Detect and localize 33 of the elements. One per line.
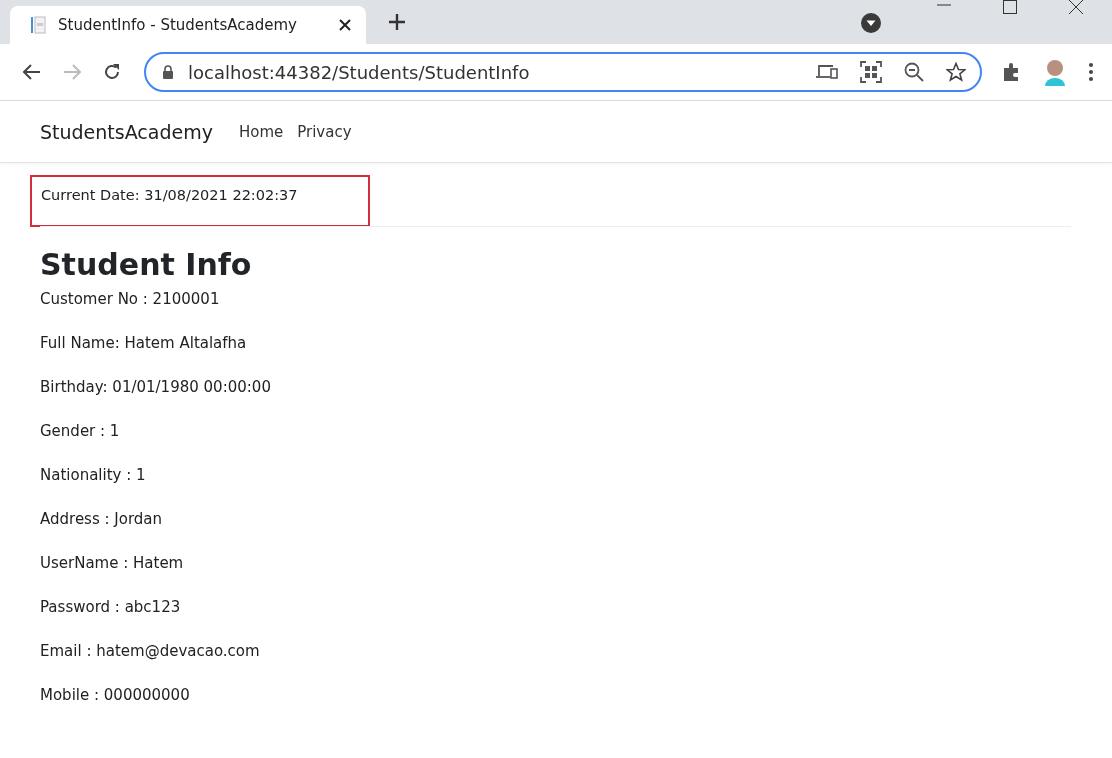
site-brand[interactable]: StudentsAcademy (40, 120, 213, 143)
reload-icon[interactable] (102, 62, 122, 82)
field-text: Mobile : 000000000 (40, 686, 191, 704)
field-text: Password : abc123 (40, 598, 182, 616)
nav-link[interactable]: Privacy (297, 122, 352, 141)
new-tab-icon[interactable] (388, 13, 406, 31)
field-text: Email : hatem@devacao.com (40, 642, 261, 660)
maximize-icon[interactable] (1002, 0, 1018, 16)
avatar-icon[interactable] (1042, 58, 1068, 86)
field-text: UserName : Hatem (40, 554, 185, 572)
field-text: Birthday: 01/01/1980 00:00:00 (40, 378, 272, 396)
lock-icon (162, 65, 174, 79)
back-icon[interactable] (22, 62, 42, 82)
field-text: Address : Jordan (40, 510, 164, 528)
field-text: Customer No : 2100001 (40, 290, 221, 308)
browser-tab[interactable]: StudentInfo - StudentsAcademy (10, 6, 366, 44)
close-window-icon[interactable] (1068, 0, 1084, 16)
star-icon[interactable] (946, 62, 966, 82)
grid-icon[interactable] (860, 61, 882, 83)
zoom-out-icon[interactable] (904, 62, 924, 82)
field-text: Nationality : 1 (40, 466, 147, 484)
page-heading: Student Info (40, 247, 253, 282)
address-bar[interactable]: localhost:44382/Students/StudentInfo (144, 52, 982, 92)
nav-link[interactable]: Home (238, 122, 284, 141)
current-date: Current Date: 31/08/2021 22:02:37 (41, 187, 298, 203)
close-icon[interactable] (338, 18, 352, 32)
devices-icon[interactable] (816, 64, 838, 80)
menu-icon[interactable] (1088, 62, 1094, 82)
tab-title: StudentInfo - StudentsAcademy (58, 16, 298, 34)
page-icon (30, 16, 46, 34)
field-text: Full Name: Hatem Altalafha (40, 334, 248, 352)
field-text: Gender : 1 (40, 422, 121, 440)
dropdown-icon[interactable] (860, 12, 882, 34)
